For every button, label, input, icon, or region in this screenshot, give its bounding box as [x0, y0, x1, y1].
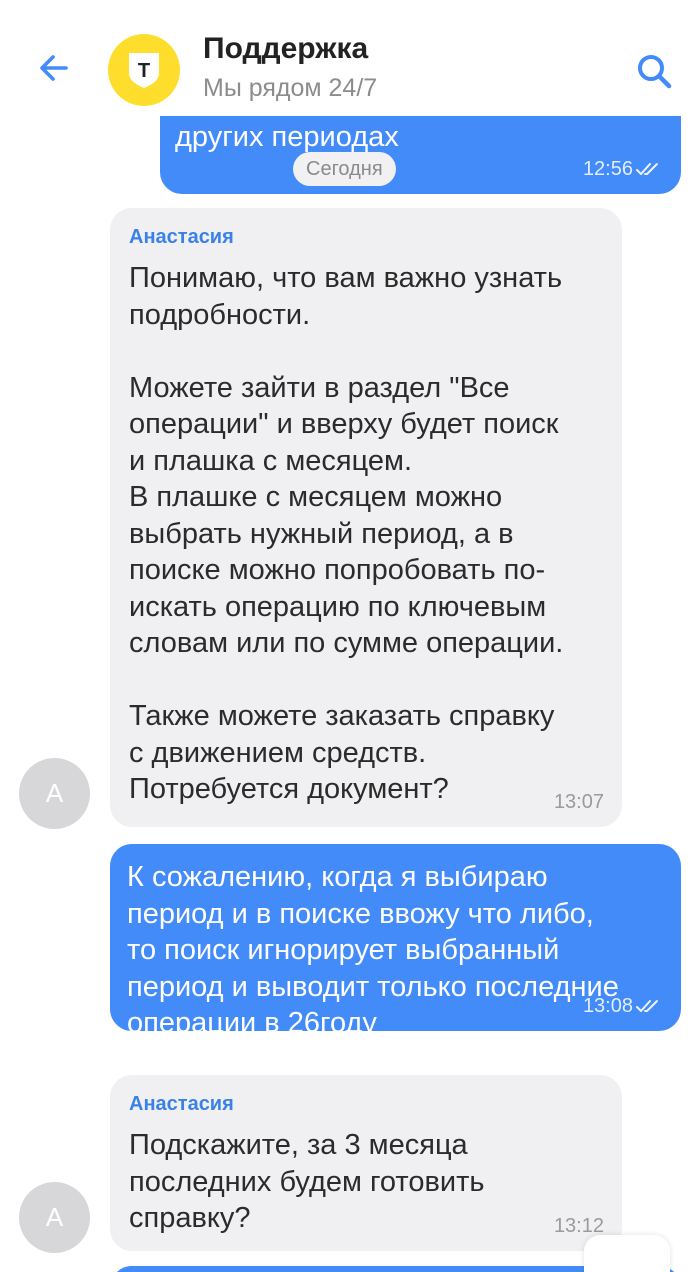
- message-meta: 13:07: [554, 791, 604, 813]
- message-meta: 13:12: [554, 1215, 604, 1237]
- message-meta: 12:56: [583, 158, 663, 180]
- message-time: 12:56: [582, 158, 633, 180]
- message-text: Понимаю, что вам важно узнать подробност…: [129, 262, 564, 805]
- message-bubble-outgoing[interactable]: Или как мне искать ее поиском в других п…: [160, 116, 681, 194]
- double-check-icon: [636, 1000, 658, 1012]
- search-icon: [638, 55, 672, 89]
- double-check-icon: [636, 163, 658, 175]
- arrow-left-icon: [40, 55, 68, 81]
- message-author: Анастасия: [129, 226, 234, 248]
- message-meta: 13:08: [583, 995, 663, 1017]
- chat-header: Т Поддержка Мы рядом 24/7: [0, 0, 700, 116]
- shield-logo-icon: Т: [129, 53, 159, 88]
- logo-letter: Т: [138, 60, 150, 82]
- agent-avatar[interactable]: А: [19, 758, 90, 829]
- message-time: 13:08: [582, 995, 633, 1017]
- message-time: 13:12: [553, 1215, 604, 1237]
- message-text: Подскажите, за 3 месяца последних будем …: [129, 1129, 485, 1234]
- search-button[interactable]: [627, 44, 681, 98]
- message-author: Анастасия: [129, 1093, 234, 1115]
- bank-logo: Т: [108, 34, 180, 106]
- chat-subtitle: Мы рядом 24/7: [203, 74, 378, 102]
- back-button[interactable]: [26, 40, 82, 96]
- date-separator: Сегодня: [293, 152, 396, 186]
- message-list[interactable]: Или как мне искать ее поиском в других п…: [0, 116, 700, 1272]
- message-bubble-outgoing[interactable]: К сожалению, когда я выбираю период и в …: [110, 844, 681, 1039]
- chat-title: Поддержка: [203, 32, 369, 65]
- message-time: 13:07: [553, 791, 604, 813]
- agent-avatar[interactable]: А: [19, 1182, 90, 1253]
- message-text: Или как мне искать ее поиском в других п…: [175, 120, 399, 153]
- message-bubble-incoming[interactable]: Анастасия Понимаю, что вам важно узнать …: [110, 208, 622, 827]
- scroll-to-bottom-button[interactable]: [584, 1235, 670, 1272]
- message-bubble-incoming[interactable]: Анастасия Подскажите, за 3 месяца послед…: [110, 1075, 622, 1251]
- chat-screen: Т Поддержка Мы рядом 24/7 Или как мне ис…: [0, 0, 700, 1272]
